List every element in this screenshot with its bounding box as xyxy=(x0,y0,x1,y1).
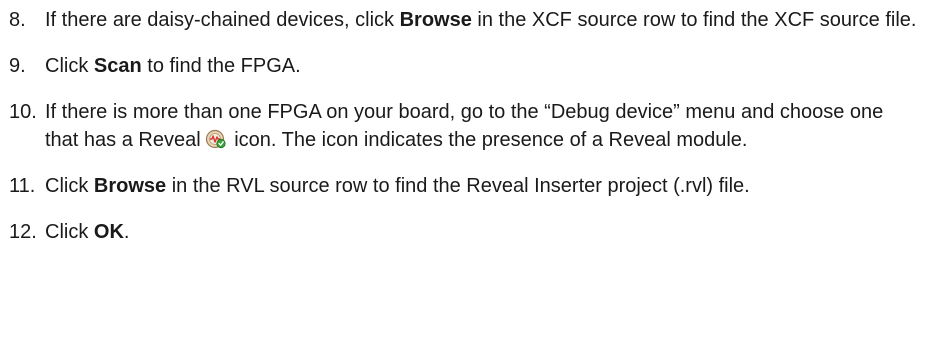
step-9: 9. Click Scan to find the FPGA. xyxy=(9,52,921,80)
step-11: 11. Click Browse in the RVL source row to… xyxy=(9,172,921,200)
reveal-module-icon xyxy=(205,129,227,149)
step-text: Click xyxy=(45,55,94,77)
instruction-steps: 8. If there are daisy-chained devices, cl… xyxy=(9,6,921,264)
step-10: 10. If there is more than one FPGA on you… xyxy=(9,98,921,154)
step-text: in the XCF source row to find the XCF so… xyxy=(471,9,917,31)
step-text: Click xyxy=(45,221,94,243)
step-number: 9. xyxy=(9,55,26,77)
step-8: 8. If there are daisy-chained devices, cl… xyxy=(9,6,921,34)
step-12: 12. Click OK. xyxy=(9,218,921,246)
step-number: 11. xyxy=(9,175,36,197)
step-number: 8. xyxy=(9,9,26,31)
step-text: in the RVL source row to find the Reveal… xyxy=(166,175,750,197)
step-number: 12. xyxy=(9,221,37,243)
ok-label: OK xyxy=(93,221,124,243)
browse-label: Browse xyxy=(93,175,167,197)
step-text: Click xyxy=(45,175,94,197)
step-text: icon. The icon indicates the presence of… xyxy=(228,129,748,151)
step-text: . xyxy=(123,221,130,243)
step-number: 10. xyxy=(9,101,37,123)
browse-label: Browse xyxy=(399,9,472,31)
scan-label: Scan xyxy=(93,55,142,77)
step-text: If there are daisy-chained devices, clic… xyxy=(45,9,400,31)
step-text: to find the FPGA. xyxy=(141,55,301,77)
